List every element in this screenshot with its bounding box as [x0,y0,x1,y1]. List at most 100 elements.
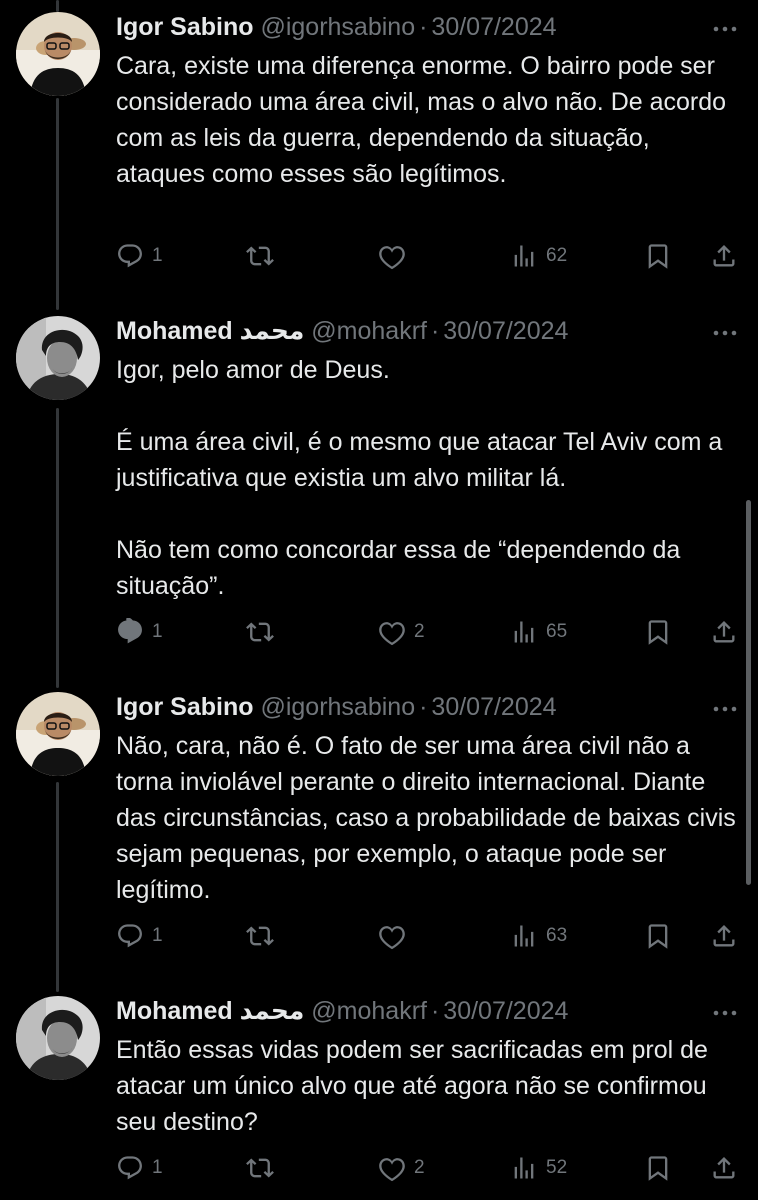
tweet-paragraph: Então essas vidas podem ser sacrificadas… [116,1036,708,1136]
share-icon [710,922,738,950]
reply-button[interactable]: 1 [116,920,163,952]
retweet-icon [246,1154,274,1182]
more-icon[interactable] [712,324,738,336]
tweet-paragraph: Cara, existe uma diferença enorme. O bai… [116,52,727,188]
reply-icon [116,922,144,950]
action-bar: 1 62 [116,240,742,272]
like-button[interactable]: 2 [378,616,425,648]
reply-count: 1 [152,621,163,642]
heart-icon [378,922,406,950]
retweet-icon [246,922,274,950]
thread-line [56,782,59,992]
reply-button[interactable]: 1 [116,1152,163,1184]
views-count: 65 [546,621,568,642]
share-icon [710,1154,738,1182]
bookmark-icon [644,1154,672,1182]
separator-dot: · [430,997,440,1025]
retweet-button[interactable] [246,240,282,272]
retweet-button[interactable] [246,616,282,648]
scrollbar[interactable] [746,500,751,885]
action-bar: 1 63 [116,920,742,952]
share-button[interactable] [710,1152,738,1184]
author-handle[interactable]: @igorhsabino [260,13,415,41]
tweet-text: Cara, existe uma diferença enorme. O bai… [116,48,738,192]
avatar[interactable] [16,12,100,96]
separator-dot: · [419,693,428,721]
retweet-button[interactable] [246,1152,282,1184]
author-name[interactable]: Igor Sabino [116,693,254,721]
tweet-paragraph: Igor, pelo amor de Deus. [116,356,390,384]
bookmark-button[interactable] [644,616,672,648]
reply-count: 1 [152,245,163,266]
tweet-header: Igor Sabino @igorhsabino · 30/07/2024 [116,12,557,42]
tweet-paragraph: É uma área civil, é o mesmo que atacar T… [116,428,723,492]
like-button[interactable]: 2 [378,1152,425,1184]
thread-line [56,98,59,310]
reply-button[interactable]: 1 [116,616,163,648]
author-name[interactable]: Mohamed محمد [116,997,304,1025]
views-icon [510,922,538,950]
bookmark-button[interactable] [644,920,672,952]
reply-icon [116,1154,144,1182]
tweet-date[interactable]: 30/07/2024 [431,13,556,41]
more-icon[interactable] [712,1004,738,1016]
bookmark-icon [644,618,672,646]
reply-count: 1 [152,925,163,946]
views-button[interactable]: 62 [510,240,567,272]
like-count: 2 [414,621,425,642]
tweet-header: Mohamed محمد @mohakrf · 30/07/2024 [116,996,568,1026]
retweet-icon [246,618,274,646]
views-button[interactable]: 52 [510,1152,567,1184]
avatar[interactable] [16,996,100,1080]
tweet-paragraph: Não, cara, não é. O fato de ser uma área… [116,732,736,904]
share-icon [710,242,738,270]
author-handle[interactable]: @mohakrf [311,317,427,345]
author-handle[interactable]: @mohakrf [311,997,427,1025]
views-button[interactable]: 63 [510,920,567,952]
heart-icon [378,618,406,646]
views-icon [510,242,538,270]
avatar[interactable] [16,316,100,400]
views-button[interactable]: 65 [510,616,567,648]
tweet-text: Então essas vidas podem ser sacrificadas… [116,1032,738,1140]
bookmark-button[interactable] [644,1152,672,1184]
separator-dot: · [430,317,440,345]
action-bar: 1 2 65 [116,616,742,648]
bookmark-icon [644,922,672,950]
tweet-date[interactable]: 30/07/2024 [431,693,556,721]
tweet-header: Igor Sabino @igorhsabino · 30/07/2024 [116,692,557,722]
reply-count: 1 [152,1157,163,1178]
like-button[interactable] [378,920,414,952]
reply-icon [116,618,144,646]
retweet-button[interactable] [246,920,282,952]
tweet-text: Não, cara, não é. O fato de ser uma área… [116,728,738,908]
author-name[interactable]: Mohamed محمد [116,317,304,345]
tweet-date[interactable]: 30/07/2024 [443,997,568,1025]
views-count: 52 [546,1157,568,1178]
tweet-date[interactable]: 30/07/2024 [443,317,568,345]
bookmark-button[interactable] [644,240,672,272]
bookmark-icon [644,242,672,270]
tweet-header: Mohamed محمد @mohakrf · 30/07/2024 [116,316,568,346]
share-button[interactable] [710,240,738,272]
tweet-paragraph: Não tem como concordar essa de “dependen… [116,536,681,600]
share-button[interactable] [710,616,738,648]
reply-icon [116,242,144,270]
heart-icon [378,242,406,270]
more-icon[interactable] [712,700,738,712]
views-count: 63 [546,925,568,946]
views-icon [510,618,538,646]
reply-button[interactable]: 1 [116,240,163,272]
avatar[interactable] [16,692,100,776]
author-name[interactable]: Igor Sabino [116,13,254,41]
heart-icon [378,1154,406,1182]
like-button[interactable] [378,240,414,272]
share-icon [710,618,738,646]
share-button[interactable] [710,920,738,952]
action-bar: 1 2 52 [116,1152,742,1184]
views-count: 62 [546,245,568,266]
more-icon[interactable] [712,20,738,32]
tweet-text: Igor, pelo amor de Deus. É uma área civi… [116,352,738,604]
author-handle[interactable]: @igorhsabino [260,693,415,721]
separator-dot: · [419,13,428,41]
